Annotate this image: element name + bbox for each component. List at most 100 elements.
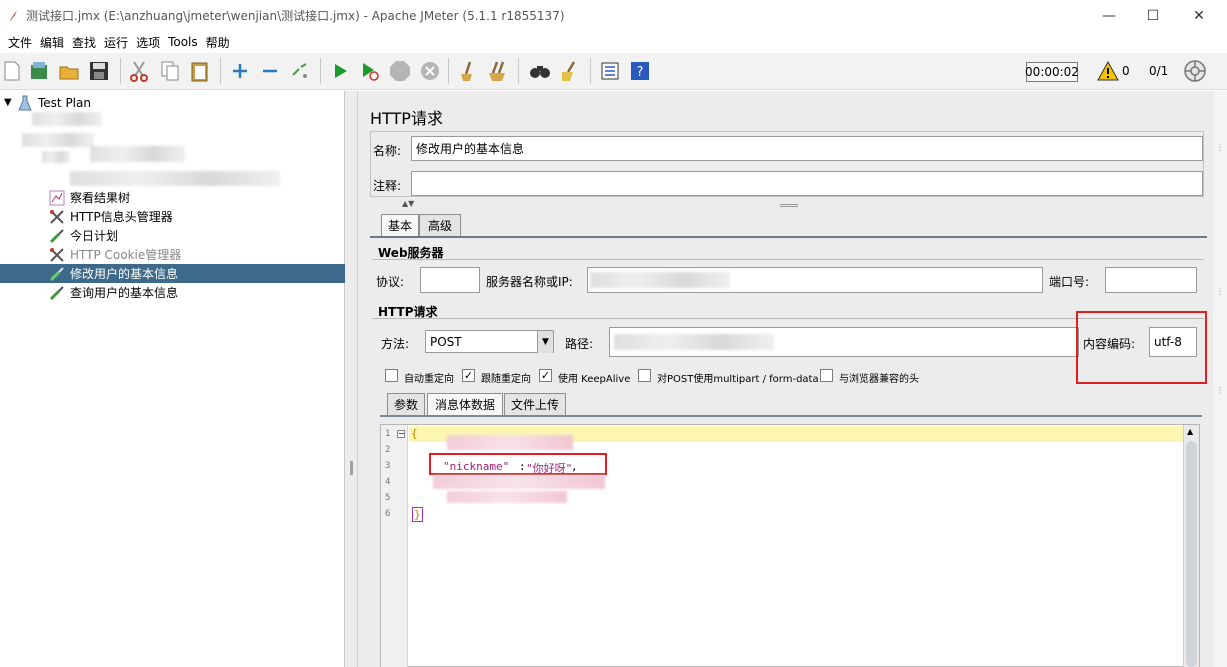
panel-splitter[interactable] — [345, 91, 358, 667]
stop-icon[interactable] — [388, 59, 412, 83]
tree-item-label: HTTP信息头管理器 — [70, 210, 173, 224]
comment-label: 注释: — [373, 179, 402, 193]
checkbox-auto-redirect-label: 自动重定向 — [404, 374, 454, 385]
nickname-highlight-box — [429, 453, 607, 475]
encoding-highlight-box — [1076, 311, 1207, 384]
search-icon[interactable] — [528, 59, 552, 83]
save-icon[interactable] — [87, 59, 111, 83]
tree-item-label: 查询用户的基本信息 — [70, 286, 179, 300]
collapse-arrows-icon[interactable]: ▲▼ — [402, 199, 414, 208]
cut-icon[interactable] — [127, 59, 151, 83]
close-button[interactable]: ✕ — [1176, 0, 1222, 31]
tree-item-label: 察看结果树 — [70, 191, 131, 205]
code-line-1: { — [411, 427, 418, 440]
checkbox-multipart[interactable] — [638, 369, 651, 382]
tree-item-test-plan[interactable]: ▼ Test Plan — [0, 93, 345, 112]
open-icon[interactable] — [57, 59, 81, 83]
menu-help[interactable]: 帮助 — [202, 34, 234, 51]
new-icon[interactable] — [0, 59, 24, 83]
start-no-pauses-icon[interactable] — [358, 59, 382, 83]
jmeter-feather-icon — [9, 9, 17, 22]
expand-all-icon[interactable] — [228, 59, 252, 83]
tree-item-view-results-tree[interactable]: 察看结果树 — [0, 188, 345, 207]
shutdown-icon[interactable] — [418, 59, 442, 83]
port-input[interactable] — [1105, 267, 1197, 293]
tab-advanced[interactable]: 高级 — [419, 214, 461, 236]
start-icon[interactable] — [328, 59, 352, 83]
menu-tools[interactable]: Tools — [164, 35, 202, 49]
path-label: 路径: — [565, 337, 594, 351]
tools-icon — [48, 246, 66, 264]
collapse-all-icon[interactable] — [258, 59, 282, 83]
warning-count: 0 — [1122, 64, 1130, 78]
method-select[interactable]: POST ▼ — [425, 330, 554, 353]
tab-parameters[interactable]: 参数 — [387, 393, 425, 415]
toggle-icon[interactable] — [288, 59, 312, 83]
clear-all-icon[interactable] — [486, 59, 510, 83]
comment-input[interactable] — [411, 171, 1203, 196]
protocol-label: 协议: — [376, 275, 405, 289]
menu-run[interactable]: 运行 — [100, 34, 132, 51]
templates-icon[interactable] — [27, 59, 51, 83]
tab-body-data[interactable]: 消息体数据 — [427, 393, 503, 415]
method-value: POST — [430, 334, 462, 349]
path-input[interactable] — [609, 327, 1079, 357]
svg-text:?: ? — [637, 65, 644, 80]
tab-basic[interactable]: 基本 — [381, 214, 419, 236]
checkbox-auto-redirect[interactable] — [385, 369, 398, 382]
tree-item-label: 今日计划 — [70, 229, 119, 243]
window-title: 测试接口.jmx (E:\anzhuang\jmeter\wenjian\测试接… — [26, 9, 565, 23]
tree-item-label: Test Plan — [38, 95, 91, 110]
paste-icon[interactable] — [188, 59, 212, 83]
tree-item-query-user-info[interactable]: 查询用户的基本信息 — [0, 283, 345, 302]
menu-edit[interactable]: 编辑 — [36, 34, 68, 51]
protocol-input[interactable] — [420, 267, 480, 293]
tree-item-cookie-manager[interactable]: HTTP Cookie管理器 — [0, 245, 345, 264]
tools-icon — [48, 208, 66, 226]
body-data-editor[interactable]: 1 2 3 4 5 6 − { "nickname" : "你好呀" , } ▲ — [380, 424, 1200, 667]
tree-item-label: HTTP Cookie管理器 — [70, 248, 182, 262]
chevron-down-icon[interactable]: ▼ — [537, 331, 553, 353]
active-threads: 0/1 — [1149, 64, 1169, 78]
fold-icon[interactable]: − — [397, 430, 405, 438]
checkbox-browser-headers[interactable] — [820, 369, 833, 382]
checkbox-keepalive-label: 使用 KeepAlive — [558, 374, 631, 385]
window-scrollbar[interactable]: ⋮ ⋮ ⋮ — [1213, 91, 1227, 667]
checkbox-follow-redirect[interactable]: ✓ — [462, 369, 475, 382]
line-number-gutter: 1 2 3 4 5 6 − — [381, 425, 408, 667]
menu-options[interactable]: 选项 — [132, 34, 164, 51]
help-icon[interactable]: ? — [628, 59, 652, 83]
tab-file-upload[interactable]: 文件上传 — [504, 393, 566, 415]
copy-icon[interactable] — [158, 59, 182, 83]
editor-scrollbar[interactable]: ▲ — [1183, 425, 1199, 667]
pipette-icon — [48, 227, 66, 245]
clear-icon[interactable] — [456, 59, 480, 83]
checkbox-browser-headers-label: 与浏览器兼容的头 — [839, 374, 919, 385]
name-input[interactable]: 修改用户的基本信息 — [411, 136, 1203, 161]
divider-grip-icon[interactable] — [780, 204, 798, 207]
tree-item-modify-user-info[interactable]: 修改用户的基本信息 — [0, 264, 345, 283]
maximize-button[interactable]: ☐ — [1130, 0, 1176, 31]
tree-item-header-manager[interactable]: HTTP信息头管理器 — [0, 207, 345, 226]
elapsed-timer: 00:00:02 — [1025, 62, 1079, 82]
tree-item-today-plan[interactable]: 今日计划 — [0, 226, 345, 245]
warning-icon[interactable] — [1096, 59, 1120, 83]
server-label: 服务器名称或IP: — [486, 275, 573, 289]
http-request-panel: HTTP请求 名称: 修改用户的基本信息 注释: ▲▼ 基本 高级 Web服务器… — [358, 91, 1213, 667]
panel-title: HTTP请求 — [370, 109, 443, 128]
scroll-up-icon[interactable]: ▲ — [1187, 427, 1193, 436]
menu-file[interactable]: 文件 — [4, 34, 36, 51]
method-label: 方法: — [381, 337, 410, 351]
minimize-button[interactable]: — — [1086, 0, 1132, 31]
server-input[interactable] — [587, 267, 1043, 293]
tree-expand-icon[interactable]: ▼ — [4, 97, 16, 108]
checkbox-keepalive[interactable]: ✓ — [539, 369, 552, 382]
function-helper-icon[interactable] — [598, 59, 622, 83]
menu-search[interactable]: 查找 — [68, 34, 100, 51]
reset-search-icon[interactable] — [558, 59, 582, 83]
checkbox-follow-redirect-label: 跟随重定向 — [481, 374, 531, 385]
pipette-icon — [48, 284, 66, 302]
remote-status-icon — [1183, 59, 1207, 83]
graph-icon — [48, 189, 66, 207]
toolbar: ? 00:00:02 0 0/1 — [0, 53, 1227, 90]
